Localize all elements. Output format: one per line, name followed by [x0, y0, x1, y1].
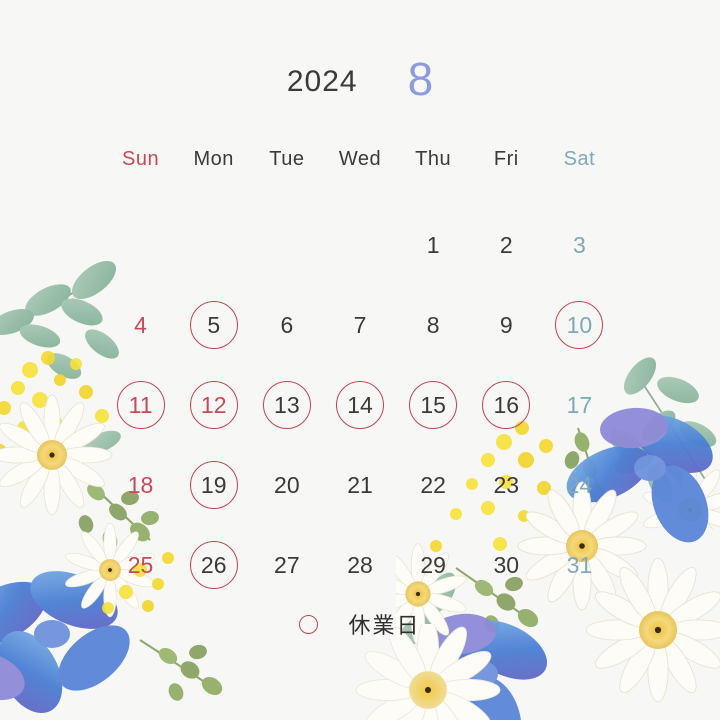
day-cell[interactable]: 14: [323, 365, 396, 445]
day-number: 14: [347, 391, 373, 418]
day-number: 27: [274, 551, 300, 578]
day-number: 31: [566, 551, 593, 578]
day-number: 28: [347, 551, 373, 578]
day-cell[interactable]: 5: [177, 285, 250, 365]
day-cell[interactable]: 19: [177, 445, 250, 525]
eucalyptus-leaf: [614, 357, 717, 491]
weekday-header-fri: Fri: [493, 148, 519, 170]
day-cell[interactable]: 30: [470, 525, 543, 605]
day-cell-empty: [177, 205, 250, 285]
green-foliage: [139, 639, 223, 701]
legend-label: 休業日: [348, 613, 421, 638]
day-number: 6: [280, 311, 294, 338]
day-cell[interactable]: 25: [104, 525, 177, 605]
day-number: 10: [566, 311, 593, 338]
weekday-header-row: Sun Mon Tue Wed Thu Fri Sat: [104, 148, 616, 171]
weekday-header-sun: Sun: [122, 148, 160, 170]
day-number: 8: [426, 311, 440, 338]
day-number: 25: [127, 551, 154, 578]
day-cell-empty: [323, 205, 396, 285]
day-cell[interactable]: 13: [250, 365, 323, 445]
weekday-header-tue: Tue: [269, 148, 305, 170]
day-number: 4: [134, 311, 147, 338]
day-cell[interactable]: 18: [104, 445, 177, 525]
days-grid: 1 2 3 4 5 6 7 8 9 10 11 12 13 14 15 16 17 18 19 20 21 22 23 24 2…: [104, 205, 616, 605]
day-number: 7: [353, 311, 367, 338]
day-number: 20: [274, 471, 300, 498]
day-cell[interactable]: 27: [250, 525, 323, 605]
day-cell[interactable]: 2: [470, 205, 543, 285]
day-number: 16: [493, 391, 520, 418]
day-cell[interactable]: 24: [543, 445, 616, 525]
day-number: 2: [499, 231, 513, 258]
day-cell[interactable]: 7: [323, 285, 396, 365]
day-cell[interactable]: 16: [470, 365, 543, 445]
year-label: 2024: [286, 65, 358, 98]
day-cell[interactable]: 17: [543, 365, 616, 445]
day-cell[interactable]: 6: [250, 285, 323, 365]
day-number: 15: [420, 391, 446, 418]
day-cell[interactable]: 20: [250, 445, 323, 525]
day-cell[interactable]: 22: [397, 445, 470, 525]
day-number: 17: [566, 391, 593, 418]
day-number: 29: [420, 551, 446, 578]
day-cell[interactable]: 21: [323, 445, 396, 525]
yellow-mimosa: [0, 351, 109, 456]
day-number: 11: [128, 391, 153, 418]
day-cell[interactable]: 15: [397, 365, 470, 445]
day-cell[interactable]: 10: [543, 285, 616, 365]
day-cell[interactable]: 3: [543, 205, 616, 285]
day-cell[interactable]: 9: [470, 285, 543, 365]
day-cell-empty: [104, 205, 177, 285]
day-number: 19: [200, 471, 227, 498]
day-cell[interactable]: 31: [543, 525, 616, 605]
day-number: 5: [207, 311, 221, 338]
day-number: 18: [127, 471, 154, 498]
day-number: 1: [426, 231, 440, 258]
weekday-header-mon: Mon: [193, 148, 234, 170]
day-cell[interactable]: 29: [397, 525, 470, 605]
day-number: 9: [499, 311, 513, 338]
day-number: 12: [200, 391, 227, 418]
day-number: 21: [347, 471, 373, 498]
weekday-header-thu: Thu: [415, 148, 452, 170]
white-daisy: [0, 394, 113, 516]
day-cell[interactable]: 26: [177, 525, 250, 605]
legend: 休業日: [0, 608, 720, 640]
weekday-header-sat: Sat: [563, 148, 596, 170]
day-number: 30: [493, 551, 520, 578]
day-number: 22: [420, 471, 446, 498]
day-cell[interactable]: 12: [177, 365, 250, 445]
month-label: 8: [407, 53, 434, 105]
day-number: 13: [274, 391, 300, 418]
day-number: 24: [566, 471, 593, 498]
day-number: 26: [200, 551, 227, 578]
weekday-header-wed: Wed: [338, 148, 382, 170]
white-daisy: [642, 460, 720, 530]
circle-outline-icon: [299, 614, 319, 634]
day-cell[interactable]: 23: [470, 445, 543, 525]
day-cell[interactable]: 28: [323, 525, 396, 605]
day-number: 3: [573, 231, 586, 258]
day-cell[interactable]: 1: [397, 205, 470, 285]
day-cell[interactable]: 4: [104, 285, 177, 365]
day-cell[interactable]: 8: [397, 285, 470, 365]
day-number: 23: [493, 471, 520, 498]
calendar-page: 2024 8 Sun Mon Tue Wed Thu Fri Sat 1 2 3 4 5 6 7 8 9 10…: [0, 0, 720, 720]
day-cell-empty: [250, 205, 323, 285]
day-cell[interactable]: 11: [104, 365, 177, 445]
calendar-header: 2024 8: [0, 52, 720, 110]
